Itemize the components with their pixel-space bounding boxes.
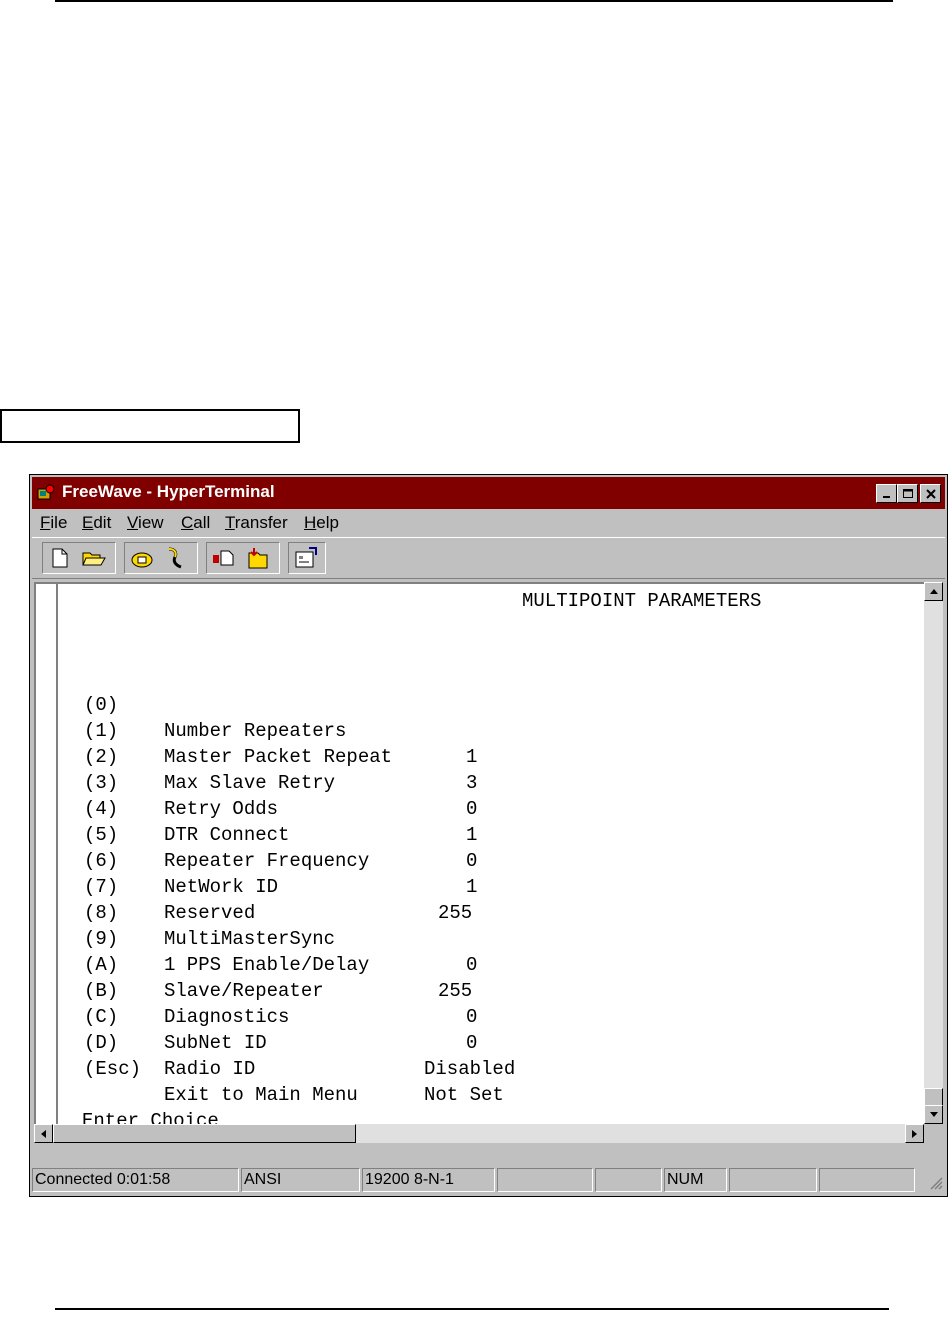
menu-edit[interactable]: Edit [82, 513, 111, 533]
properties-button[interactable] [289, 543, 323, 573]
status-settings: 19200 8-N-1 [362, 1168, 495, 1192]
status-num: NUM [664, 1168, 727, 1192]
horizontal-scroll-thumb[interactable] [53, 1124, 356, 1143]
scroll-up-button[interactable] [924, 582, 943, 601]
scroll-right-button[interactable] [905, 1124, 924, 1143]
param-value: 3 [466, 772, 478, 794]
title-bar[interactable]: FreeWave - HyperTerminal [32, 477, 945, 509]
scroll-left-button[interactable] [34, 1124, 53, 1143]
new-button[interactable] [43, 543, 77, 573]
param-value: Not Set [424, 1084, 504, 1106]
phone-icon [131, 552, 153, 568]
terminal-screen[interactable]: MULTIPOINT PARAMETERS (0) Number Repeate… [34, 582, 924, 1132]
terminal-heading: MULTIPOINT PARAMETERS [522, 590, 762, 612]
open-folder-icon [82, 552, 106, 566]
scroll-down-button[interactable] [924, 1105, 943, 1124]
param-value: 1 [466, 876, 478, 898]
close-icon [925, 488, 936, 499]
vertical-scrollbar[interactable] [924, 582, 943, 1124]
new-document-icon [52, 548, 68, 568]
call-tool-group [124, 542, 198, 574]
receive-button[interactable] [241, 543, 275, 573]
param-value: 0 [466, 798, 478, 820]
status-connected: Connected 0:01:58 [32, 1168, 239, 1192]
transfer-tool-group [206, 542, 280, 574]
minimize-icon [882, 495, 890, 498]
status-bar: Connected 0:01:58 ANSI 19200 8-N-1 NUM [32, 1166, 945, 1194]
param-value: 0 [466, 1032, 478, 1054]
vertical-scroll-track[interactable] [924, 601, 943, 1105]
minimize-button[interactable] [876, 484, 897, 503]
horizontal-scrollbar[interactable] [34, 1124, 924, 1143]
menu-bar: File Edit View Call Transfer Help [32, 511, 945, 535]
arrow-left-icon [41, 1129, 46, 1138]
param-value: 0 [466, 1006, 478, 1028]
menu-file[interactable]: File [40, 513, 67, 533]
send-button[interactable] [207, 543, 241, 573]
menu-help[interactable]: Help [304, 513, 339, 533]
resize-grip-icon[interactable] [927, 1174, 943, 1190]
close-button[interactable] [920, 484, 941, 503]
receive-file-icon [248, 548, 268, 569]
vertical-scroll-thumb[interactable] [924, 1088, 943, 1106]
hyperterminal-app-icon [37, 484, 55, 500]
disconnect-phone-icon [168, 547, 182, 569]
param-value: Disabled [424, 1058, 516, 1080]
param-value: 1 [466, 746, 478, 768]
send-file-icon [213, 550, 234, 566]
bottom-rule [55, 1308, 889, 1310]
menu-transfer[interactable]: Transfer [225, 513, 288, 533]
properties-icon [295, 547, 317, 568]
arrow-up-icon [929, 589, 938, 594]
arrow-right-icon [912, 1129, 917, 1138]
window-title: FreeWave - HyperTerminal [62, 482, 275, 501]
status-emulation: ANSI [241, 1168, 360, 1192]
terminal-text-area: MULTIPOINT PARAMETERS (0) Number Repeate… [56, 584, 924, 1132]
open-button[interactable] [77, 543, 111, 573]
maximize-button[interactable] [897, 484, 918, 503]
param-value: 1 [466, 824, 478, 846]
param-value: 255 [438, 902, 473, 924]
menu-view[interactable]: View [127, 513, 164, 533]
param-value: 0 [466, 850, 478, 872]
disconnect-button[interactable] [159, 543, 193, 573]
caption-box [0, 409, 300, 443]
status-pane-empty-3 [729, 1168, 817, 1192]
prompt-row: Enter Choice [82, 1082, 219, 1160]
file-tool-group [42, 542, 116, 574]
status-pane-empty-1 [497, 1168, 593, 1192]
toolbar [32, 537, 945, 579]
status-pane-empty-4 [819, 1168, 915, 1192]
terminal-output: MULTIPOINT PARAMETERS (0) Number Repeate… [82, 588, 904, 1132]
menu-call[interactable]: Call [181, 513, 210, 533]
exit-key: (Esc) [84, 1058, 142, 1080]
status-pane-empty-2 [595, 1168, 662, 1192]
param-value: 255 [438, 980, 473, 1002]
param-value: 0 [466, 954, 478, 976]
properties-tool-group [288, 542, 326, 574]
hyperterminal-window: FreeWave - HyperTerminal File Edit View … [29, 474, 948, 1197]
connect-button[interactable] [125, 543, 159, 573]
arrow-down-icon [929, 1112, 938, 1117]
top-rule [55, 0, 893, 2]
maximize-icon [902, 488, 913, 498]
